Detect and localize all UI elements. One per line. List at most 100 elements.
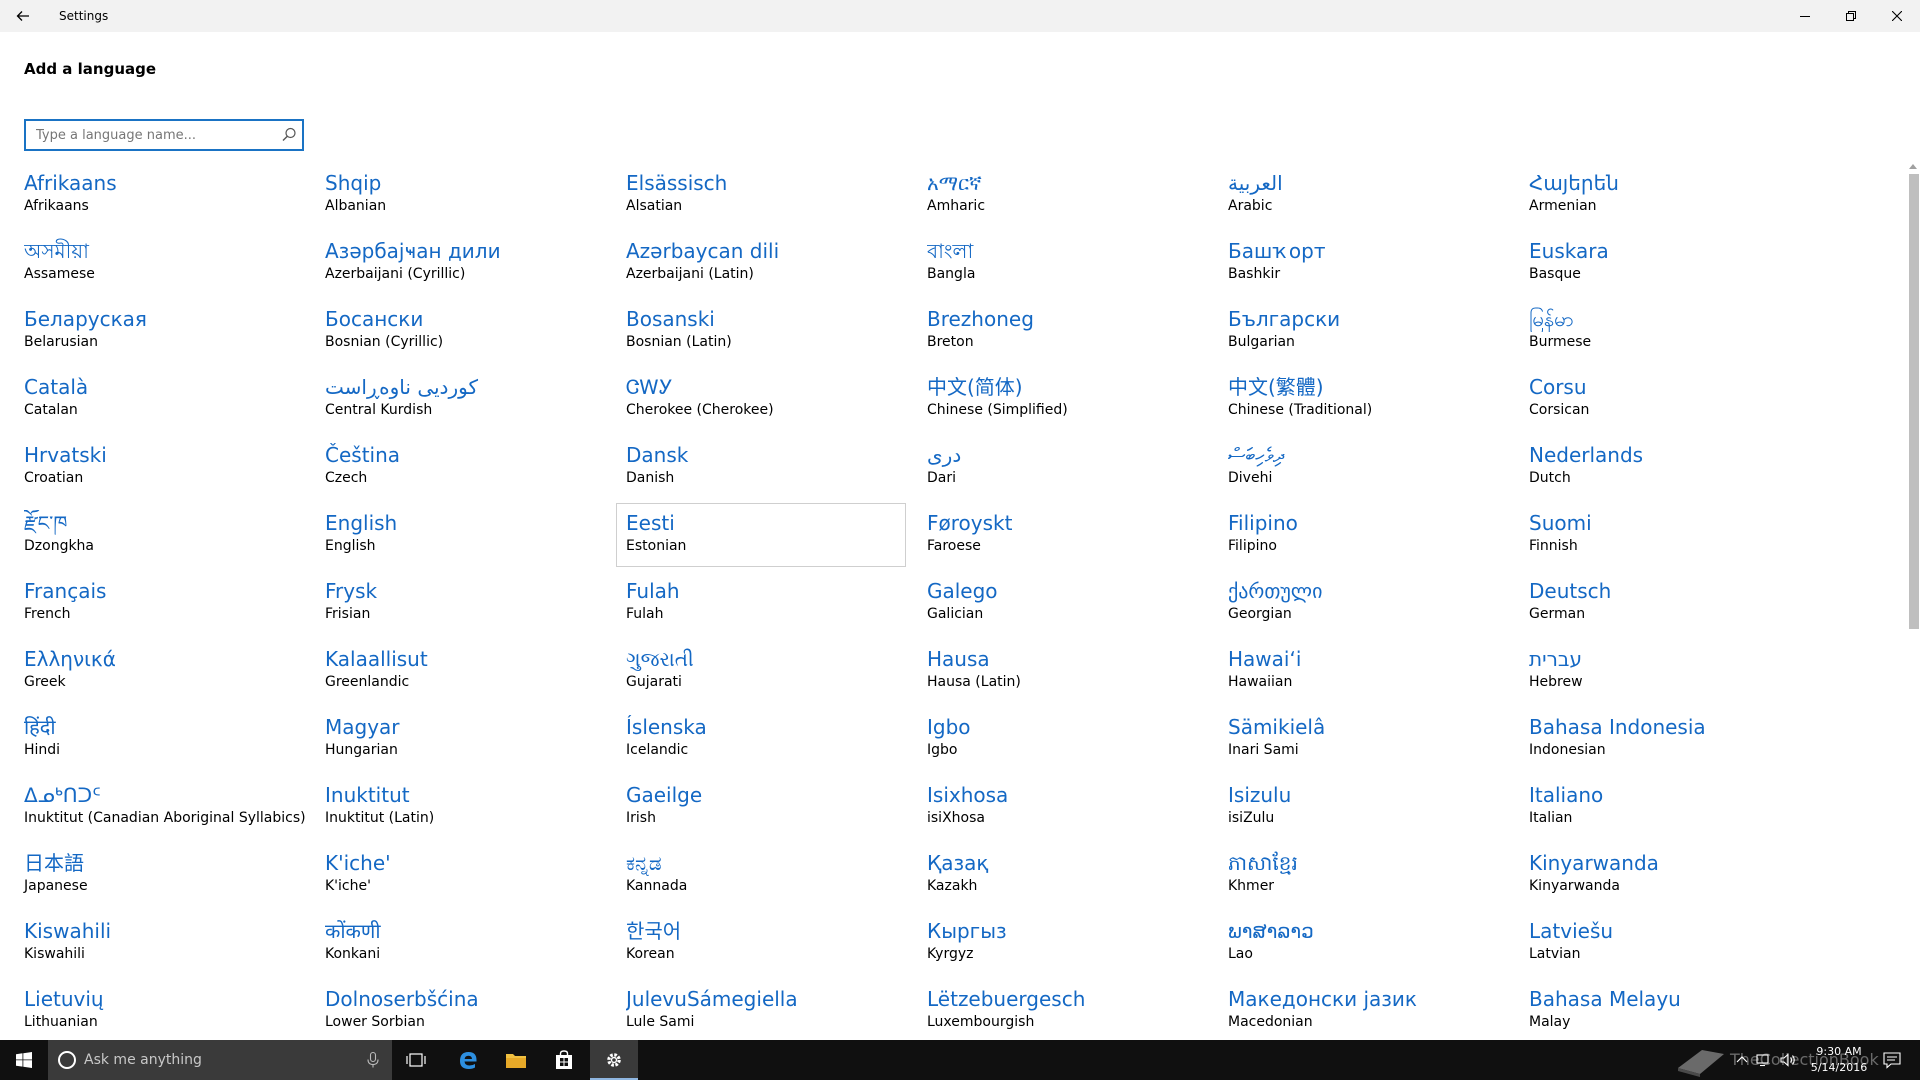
language-item[interactable]: 中文(简体) Chinese (Simplified) — [917, 367, 1207, 431]
language-item[interactable]: Azərbaycan dili Azerbaijani (Latin) — [616, 231, 906, 295]
language-item[interactable]: Hawaiʻi Hawaiian — [1218, 639, 1508, 703]
language-item[interactable]: Corsu Corsican — [1519, 367, 1809, 431]
language-item[interactable]: Беларуская Belarusian — [14, 299, 304, 363]
language-item[interactable]: Galego Galician — [917, 571, 1207, 635]
language-item[interactable]: ᐃᓄᒃᑎᑐᑦ Inuktitut (Canadian Aboriginal Syl… — [14, 775, 306, 839]
language-item[interactable]: Ελληνικά Greek — [14, 639, 304, 703]
language-item[interactable]: অসমীয়া Assamese — [14, 231, 304, 295]
language-item[interactable]: Lëtzebuergesch Luxembourgish — [917, 979, 1207, 1040]
language-item[interactable]: Frysk Frisian — [315, 571, 605, 635]
language-item[interactable]: עברית Hebrew — [1519, 639, 1809, 703]
language-item[interactable]: Bahasa Indonesia Indonesian — [1519, 707, 1809, 771]
language-item[interactable]: Filipino Filipino — [1218, 503, 1508, 567]
language-item[interactable]: Gaeilge Irish — [616, 775, 906, 839]
file-explorer-button[interactable] — [492, 1040, 540, 1080]
language-item[interactable]: Башҡорт Bashkir — [1218, 231, 1508, 295]
language-item[interactable]: Eesti Estonian — [616, 503, 906, 567]
language-item[interactable]: Nederlands Dutch — [1519, 435, 1809, 499]
language-item[interactable]: ᏣᎳᎩ Cherokee (Cherokee) — [616, 367, 906, 431]
language-item[interactable]: ພາສາລາວ Lao — [1218, 911, 1508, 975]
language-item[interactable]: ქართული Georgian — [1218, 571, 1508, 635]
language-item[interactable]: Dansk Danish — [616, 435, 906, 499]
language-item[interactable]: Kiswahili Kiswahili — [14, 911, 304, 975]
edge-button[interactable] — [444, 1040, 492, 1080]
language-item[interactable]: Čeština Czech — [315, 435, 605, 499]
language-item[interactable]: Lietuvių Lithuanian — [14, 979, 304, 1040]
language-item[interactable]: Suomi Finnish — [1519, 503, 1809, 567]
language-item[interactable]: မြန်မာ Burmese — [1519, 299, 1809, 363]
language-item[interactable]: ગુજરાતી Gujarati — [616, 639, 906, 703]
language-item[interactable]: 한국어 Korean — [616, 911, 906, 975]
store-button[interactable] — [540, 1040, 588, 1080]
language-item[interactable]: Shqip Albanian — [315, 163, 605, 227]
language-item[interactable]: Հայերեն Armenian — [1519, 163, 1809, 227]
language-item[interactable]: کوردیی ناوەڕاست Central Kurdish — [315, 367, 605, 431]
language-search-input[interactable] — [26, 121, 276, 149]
language-item[interactable]: ಕನ್ನಡ Kannada — [616, 843, 906, 907]
restore-button[interactable] — [1828, 0, 1874, 32]
language-item[interactable]: Català Catalan — [14, 367, 304, 431]
action-center-icon[interactable] — [1882, 1050, 1902, 1070]
task-view-button[interactable] — [392, 1040, 440, 1080]
language-item[interactable]: Босански Bosnian (Cyrillic) — [315, 299, 605, 363]
language-item[interactable]: हिंदी Hindi — [14, 707, 304, 771]
language-item[interactable]: Euskara Basque — [1519, 231, 1809, 295]
language-search-box[interactable] — [24, 119, 304, 151]
language-item[interactable]: Afrikaans Afrikaans — [14, 163, 304, 227]
volume-icon[interactable] — [1780, 1053, 1798, 1067]
language-item[interactable]: Fulah Fulah — [616, 571, 906, 635]
cortana-search-box[interactable]: Ask me anything — [48, 1040, 392, 1080]
language-item[interactable]: JulevuSámegiella Lule Sami — [616, 979, 906, 1040]
language-item[interactable]: አማርኛ Amharic — [917, 163, 1207, 227]
language-item[interactable]: Inuktitut Inuktitut (Latin) — [315, 775, 605, 839]
language-item[interactable]: বাংলা Bangla — [917, 231, 1207, 295]
language-item[interactable]: Kinyarwanda Kinyarwanda — [1519, 843, 1809, 907]
language-item[interactable]: 中文(繁體) Chinese (Traditional) — [1218, 367, 1508, 431]
language-item[interactable]: Қазақ Kazakh — [917, 843, 1207, 907]
language-item[interactable]: Latviešu Latvian — [1519, 911, 1809, 975]
microphone-icon[interactable] — [364, 1051, 382, 1069]
minimize-button[interactable] — [1782, 0, 1828, 32]
language-item[interactable]: Íslenska Icelandic — [616, 707, 906, 771]
language-item[interactable]: Elsässisch Alsatian — [616, 163, 906, 227]
language-item[interactable]: རྫོང་ཁ Dzongkha — [14, 503, 304, 567]
language-item[interactable]: Isizulu isiZulu — [1218, 775, 1508, 839]
start-button[interactable] — [0, 1040, 48, 1080]
language-item[interactable]: Sämikielâ Inari Sami — [1218, 707, 1508, 771]
language-item[interactable]: Bahasa Melayu Malay — [1519, 979, 1809, 1040]
language-item[interactable]: Hrvatski Croatian — [14, 435, 304, 499]
language-item[interactable]: Hausa Hausa (Latin) — [917, 639, 1207, 703]
close-button[interactable] — [1874, 0, 1920, 32]
network-icon[interactable] — [1756, 1053, 1772, 1067]
language-item[interactable]: ភាសាខ្មែរ Khmer — [1218, 843, 1508, 907]
language-item[interactable]: Deutsch German — [1519, 571, 1809, 635]
language-item[interactable]: العربية Arabic — [1218, 163, 1508, 227]
language-item[interactable]: Dolnoserbšćina Lower Sorbian — [315, 979, 605, 1040]
language-item[interactable]: कोंकणी Konkani — [315, 911, 605, 975]
search-icon[interactable] — [280, 126, 298, 144]
language-item[interactable]: Magyar Hungarian — [315, 707, 605, 771]
language-item[interactable]: 日本語 Japanese — [14, 843, 304, 907]
language-item[interactable]: Igbo Igbo — [917, 707, 1207, 771]
language-item[interactable]: ދިވެހިބަސް Divehi — [1218, 435, 1508, 499]
chevron-up-icon[interactable] — [1736, 1054, 1748, 1066]
language-item[interactable]: Isixhosa isiXhosa — [917, 775, 1207, 839]
language-item[interactable]: English English — [315, 503, 605, 567]
taskbar-clock[interactable]: 9:30 AM 5/14/2016 — [1804, 1044, 1874, 1076]
language-item[interactable]: Føroyskt Faroese — [917, 503, 1207, 567]
language-item[interactable]: Brezhoneg Breton — [917, 299, 1207, 363]
language-item[interactable]: Italiano Italian — [1519, 775, 1809, 839]
language-item[interactable]: Македонски јазик Macedonian — [1218, 979, 1508, 1040]
language-item[interactable]: Français French — [14, 571, 304, 635]
scroll-up-icon[interactable] — [1909, 164, 1917, 169]
language-item[interactable]: Азәрбајҹан дили Azerbaijani (Cyrillic) — [315, 231, 605, 295]
language-item[interactable]: Кыргыз Kyrgyz — [917, 911, 1207, 975]
settings-taskbar-button[interactable] — [590, 1040, 638, 1080]
language-item[interactable]: Български Bulgarian — [1218, 299, 1508, 363]
scrollbar[interactable] — [1906, 160, 1920, 1040]
language-item[interactable]: K'iche' K'iche' — [315, 843, 605, 907]
scroll-thumb[interactable] — [1909, 174, 1919, 629]
back-button[interactable] — [0, 0, 46, 32]
language-item[interactable]: Bosanski Bosnian (Latin) — [616, 299, 906, 363]
language-item[interactable]: Kalaallisut Greenlandic — [315, 639, 605, 703]
